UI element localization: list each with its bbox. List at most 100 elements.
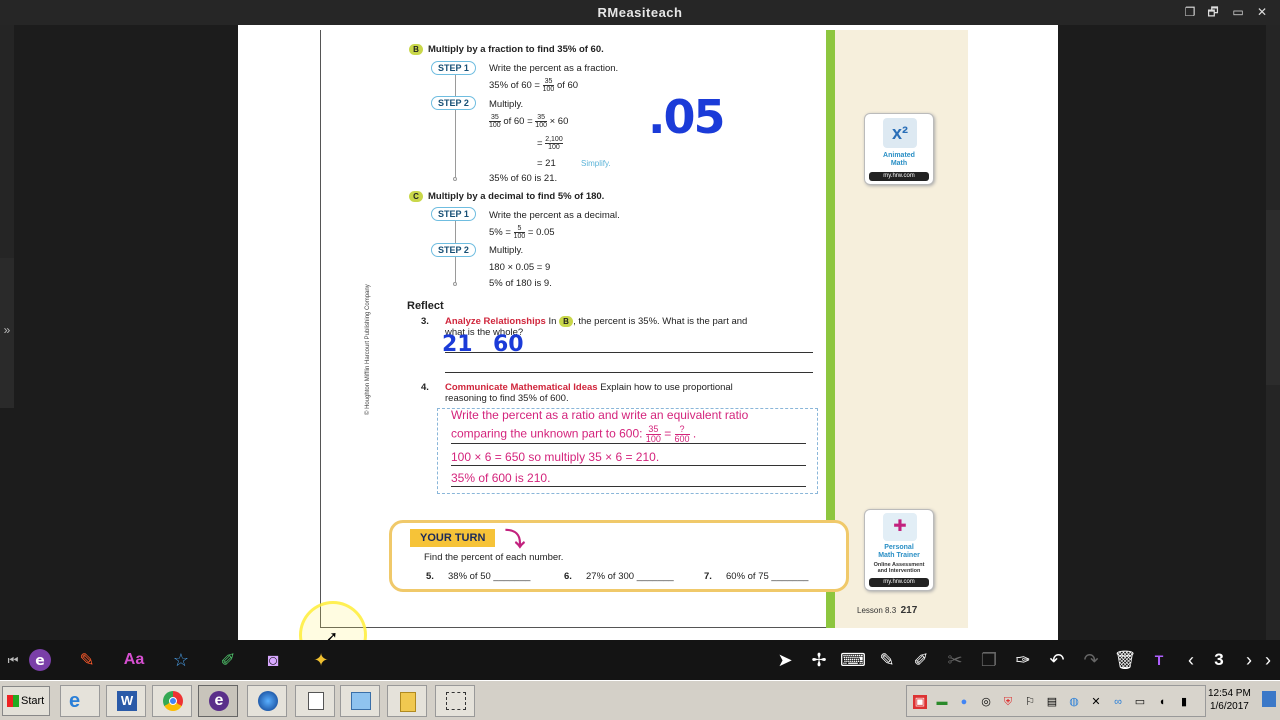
close-icon[interactable]: ✕ [1252,3,1272,21]
highlighter-icon[interactable]: ✐ [215,648,241,672]
part-c-badge: C [409,191,423,202]
c-step-end-dot [453,282,457,286]
textbook-page: B Multiply by a fraction to find 35% of 6… [320,30,968,628]
paste-icon[interactable]: ✑ [1010,648,1036,672]
globe-icon[interactable] [247,685,287,717]
maximize-icon[interactable]: 🗗 [1203,3,1223,21]
undo-icon[interactable]: ↶ [1044,648,1070,672]
monitor-icon[interactable]: ▬ [935,695,949,709]
step2-equation-1: 35 100 of 60 = 35 100 × 60 [489,114,569,129]
sync-icon[interactable]: ◎ [979,695,993,709]
animated-math-label-2: Math [890,160,908,167]
notepad-icon[interactable] [295,685,335,717]
reflect-heading: Reflect [407,300,444,312]
link-icon[interactable]: ∞ [1111,695,1125,709]
pmt-label-1: Personal [884,544,914,551]
step-connector [455,74,456,178]
globe-tray-icon[interactable]: ◍ [1067,695,1081,709]
pmt-sub-2: and Intervention [877,568,921,574]
q4-number: 4. [421,382,429,393]
clock-date: 1/6/2017 [1209,701,1249,712]
network-icon[interactable]: ▤ [1045,695,1059,709]
shield-icon[interactable]: ⛨ [1001,695,1015,709]
q3-answer-line-2 [445,372,813,373]
step1-badge: STEP 1 [431,61,476,75]
select-arrow-icon[interactable]: ➤ [772,648,798,672]
star-icon[interactable]: ☆ [168,648,194,672]
your-turn-instruction: Find the percent of each number. [424,552,564,563]
simplify-note: Simplify. [581,159,611,168]
pen-icon[interactable]: ✎ [74,648,100,672]
select-multi-icon[interactable]: ✢ [806,648,832,672]
handwriting-part: 21 [442,332,473,357]
answer-rule-1 [451,443,806,444]
answer-line-4: 35% of 600 is 210. [451,471,551,485]
step1-text: Write the percent as a fraction. [489,63,619,74]
animated-math-label-1: Animated [883,152,915,159]
animated-math-badge[interactable]: x² Animated Math my.hrw.com [864,113,934,185]
step-end-dot [453,177,457,181]
your-turn-box: YOUR TURN ⤵ Find the percent of each num… [389,520,849,592]
system-tray: ▣ ▬ ● ◎ ⛨ ⚐ ▤ ◍ ✕ ∞ ▭ ◖ ▮ [906,685,1206,717]
keyboard-icon[interactable]: ⌨ [840,648,866,672]
chrome-tray-icon[interactable]: ● [957,695,971,709]
pmt-label-2: Math Trainer [878,552,920,559]
part-b-badge: B [409,44,423,55]
more-button[interactable]: › [1258,648,1278,672]
clock[interactable]: 12:54 PM 1/6/2017 [1208,687,1251,713]
restore-icon[interactable]: ❐ [1180,3,1200,21]
magic-wand-icon[interactable]: ✦ [308,648,334,672]
copyright-text: © Houghton Mifflin Harcourt Publishing C… [365,284,371,415]
easiteach-logo-icon[interactable]: e [27,648,53,672]
page-number: 3 [1214,650,1224,669]
text-box-icon[interactable]: T [1146,648,1172,672]
keyboard-tray-icon[interactable]: ▭ [1133,695,1147,709]
minimize-icon[interactable]: ▭ [1228,3,1248,21]
start-button[interactable]: Start [2,686,50,716]
flag-icon[interactable]: ⚐ [1023,695,1037,709]
personal-math-trainer-badge[interactable]: ✚ Personal Math Trainer Online Assessmen… [864,509,934,591]
part-c-heading: C Multiply by a decimal to find 5% of 180… [409,191,604,202]
easiteach-task-icon[interactable]: e [198,685,238,717]
page-footer: Lesson 8.3 217 [857,605,918,616]
part-b-heading: B Multiply by a fraction to find 35% of 6… [409,44,604,55]
svg-text:e: e [35,653,45,669]
your-turn-label: YOUR TURN [410,529,496,547]
clock-time: 12:54 PM [1208,688,1251,699]
q7-text: 60% of 75 _______ [726,571,809,582]
copy-icon[interactable]: ❐ [976,648,1002,672]
snipping-tool-icon[interactable] [435,685,475,717]
q4-text-2: reasoning to find 35% of 600. [445,393,569,404]
pen-tool-icon[interactable]: ✎ [874,648,900,672]
control-panel-icon[interactable] [340,685,380,717]
side-panel-toggle[interactable]: » [0,258,14,408]
signal-icon[interactable]: ▮ [1177,695,1191,709]
internet-explorer-icon[interactable]: e [60,685,100,717]
chrome-icon[interactable] [152,685,192,717]
volume-icon[interactable]: ◖ [1155,695,1169,709]
right-panel-handle[interactable] [1266,210,1280,385]
cut-icon[interactable]: ✂ [942,648,968,672]
camera-icon[interactable]: ◙ [260,648,286,672]
word-icon[interactable]: W [106,685,146,717]
prev-page-button[interactable]: ‹ [1178,648,1204,672]
answer-rule-2 [451,465,806,466]
part-c-result: 5% of 180 is 9. [489,278,552,289]
windows-flag-icon [7,695,19,707]
folder-icon[interactable] [387,685,427,717]
animated-math-url: my.hrw.com [869,172,929,181]
text-tool-icon[interactable]: Aa [121,648,147,672]
tray-app-icon[interactable]: ▣ [913,695,927,709]
collapse-toolbar-icon[interactable]: ⏮ [0,648,26,672]
delete-icon[interactable]: 🗑 [1112,648,1138,672]
eraser-icon[interactable]: ✐ [908,648,934,672]
q3-number: 3. [421,316,429,327]
part-b-result: 35% of 60 is 21. [489,173,558,184]
step2-equation-2: = 2,100 100 [537,136,563,151]
handwriting-whole: 60 [493,332,524,357]
redo-icon[interactable]: ↷ [1078,648,1104,672]
c-step2-badge: STEP 2 [431,243,476,257]
right-edge [1266,25,1280,640]
bluetooth-icon[interactable]: ✕ [1089,695,1103,709]
show-desktop-icon[interactable] [1262,691,1276,707]
